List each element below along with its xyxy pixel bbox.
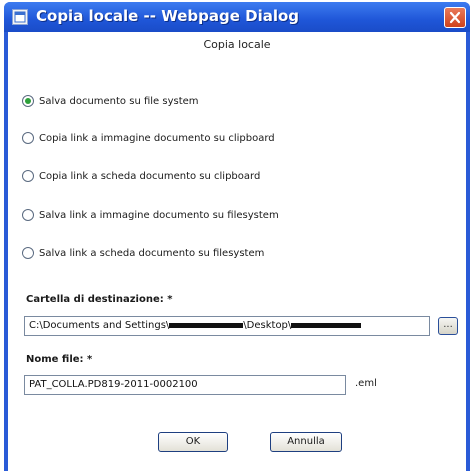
option-save-document[interactable]: Salva documento su file system [22,93,199,109]
cancel-button[interactable]: Annulla [270,432,342,452]
close-button[interactable] [444,7,466,28]
option-label: Salva link a immagine documento su files… [39,209,279,221]
window-title: Copia locale -- Webpage Dialog [36,7,300,25]
folder-input[interactable]: C:\Documents and Settings\ \Desktop\ [24,316,430,336]
radio-button[interactable] [22,209,34,221]
radio-button[interactable] [22,170,34,182]
option-save-sheet-link[interactable]: Salva link a scheda documento su filesys… [22,245,264,261]
radio-button[interactable] [22,247,34,259]
radio-button[interactable] [22,95,34,107]
file-extension-label: .eml [355,378,377,389]
folder-value-middle: \Desktop\ [243,320,292,331]
option-label: Copia link a immagine documento su clipb… [39,132,275,144]
redacted-text [291,322,362,328]
filename-label: Nome file: * [26,354,93,365]
radio-button[interactable] [22,132,34,144]
option-copy-sheet-link[interactable]: Copia link a scheda documento su clipboa… [22,168,260,184]
dialog-heading: Copia locale [203,38,271,51]
option-label: Salva link a scheda documento su filesys… [39,247,265,259]
ok-button[interactable]: OK [158,432,228,452]
folder-label: Cartella di destinazione: * [26,294,173,305]
redacted-text [169,322,244,328]
option-label: Copia link a scheda documento su clipboa… [39,170,261,182]
dialog-window: Copia locale -- Webpage Dialog Copia loc… [4,2,470,471]
close-icon [449,11,461,24]
dialog-app-icon [12,9,28,25]
option-label: Salva documento su file system [39,95,199,107]
filename-input[interactable]: PAT_COLLA.PD819-2011-0002100 [24,375,346,395]
option-copy-image-link[interactable]: Copia link a immagine documento su clipb… [22,130,275,146]
title-bar[interactable]: Copia locale -- Webpage Dialog [4,2,470,32]
browse-button[interactable]: ... [438,317,458,335]
folder-value-start: C:\Documents and Settings\ [29,320,170,331]
dialog-content: Copia locale Salva documento su file sys… [8,32,466,471]
option-save-image-link[interactable]: Salva link a immagine documento su files… [22,207,279,223]
